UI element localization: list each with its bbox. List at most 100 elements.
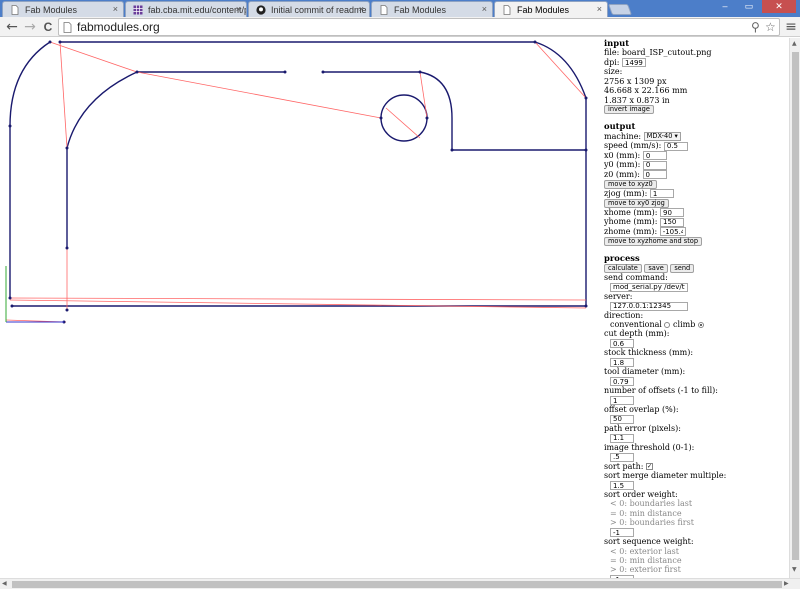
- tab-github-commit[interactable]: Initial commit of readme ×: [248, 1, 370, 17]
- send-button[interactable]: send: [670, 263, 695, 273]
- close-tab-icon[interactable]: ×: [236, 4, 241, 14]
- offset-overlap-label: offset overlap (%):: [604, 405, 679, 414]
- yhome-input[interactable]: [660, 217, 685, 227]
- tab-fab-modules-2[interactable]: Fab Modules ×: [371, 1, 493, 17]
- scroll-left-icon[interactable]: ◀: [2, 580, 7, 587]
- offset-overlap-input[interactable]: [610, 414, 634, 424]
- move-to-xy0-zjog-button[interactable]: move to xy0 zjog: [604, 198, 669, 208]
- tab-title: Initial commit of readme: [271, 5, 367, 15]
- order-eq-text: = 0: min distance: [610, 508, 682, 518]
- offsets-input[interactable]: [610, 396, 634, 405]
- horizontal-scrollbar[interactable]: ◀ ▶: [0, 578, 800, 589]
- url-text[interactable]: fabmodules.org: [77, 20, 160, 34]
- size-label: size:: [604, 67, 623, 77]
- scroll-up-icon[interactable]: ▲: [792, 40, 797, 47]
- seq-gt-text: > 0: exterior first: [610, 565, 681, 575]
- tab-fab-modules-active[interactable]: Fab Modules ×: [494, 1, 608, 17]
- order-lt-text: < 0: boundaries last: [610, 499, 693, 509]
- minimize-button[interactable]: –: [714, 0, 736, 13]
- process-heading: process: [604, 252, 640, 263]
- z0-label: z0 (mm):: [604, 169, 640, 179]
- dpi-input[interactable]: [622, 58, 647, 68]
- toolpath-canvas: [5, 40, 588, 324]
- image-threshold-input[interactable]: [610, 452, 634, 462]
- sort-path-label: sort path:: [604, 461, 644, 471]
- machine-select[interactable]: MDX-40 ▾: [643, 132, 681, 142]
- sort-path-checkbox[interactable]: ✓: [646, 463, 654, 471]
- path-error-input[interactable]: [610, 433, 634, 443]
- stock-thickness-label: stock thickness (mm):: [604, 348, 694, 358]
- close-tab-icon[interactable]: ×: [597, 4, 602, 14]
- vertical-scrollbar[interactable]: ▲ ▼: [789, 38, 800, 578]
- back-button[interactable]: ←: [4, 19, 20, 35]
- close-window-button[interactable]: ✕: [762, 0, 796, 13]
- move-to-xyz0-button[interactable]: move to xyz0: [604, 179, 657, 189]
- y0-input[interactable]: [642, 160, 667, 170]
- climb-label: climb: [673, 319, 696, 329]
- stock-thickness-input[interactable]: [610, 358, 634, 368]
- cut-depth-input[interactable]: [610, 339, 634, 349]
- address-bar[interactable]: fabmodules.org ⚲ ☆: [58, 18, 780, 36]
- page-icon: [11, 5, 19, 15]
- size-mm: 46.668 x 22.166 mm: [604, 86, 688, 96]
- new-tab-button[interactable]: [607, 4, 633, 15]
- star-icon[interactable]: ☆: [765, 20, 776, 34]
- page-icon: [63, 22, 72, 33]
- image-threshold-label: image threshold (0-1):: [604, 442, 695, 452]
- conventional-radio[interactable]: [664, 321, 671, 328]
- page-icon: [380, 5, 388, 15]
- size-in: 1.837 x 0.873 in: [604, 95, 670, 105]
- merge-diameter-input[interactable]: [610, 481, 634, 491]
- scroll-right-icon[interactable]: ▶: [784, 580, 789, 587]
- save-button[interactable]: save: [644, 263, 668, 273]
- xhome-label: xhome (mm):: [604, 207, 658, 217]
- close-tab-icon[interactable]: ×: [482, 4, 487, 14]
- sort-order-weight-input[interactable]: [610, 528, 634, 538]
- zjog-label: zjog (mm):: [604, 188, 648, 198]
- climb-radio[interactable]: [697, 321, 704, 328]
- origin-axes: [5, 266, 64, 323]
- order-gt-text: > 0: boundaries first: [610, 518, 694, 528]
- calculate-button[interactable]: calculate: [604, 263, 642, 273]
- move-paths: [5, 41, 587, 323]
- input-heading: input: [604, 38, 630, 48]
- server-input[interactable]: [610, 301, 688, 311]
- maximize-button[interactable]: ▭: [738, 0, 760, 13]
- reload-button[interactable]: C: [40, 19, 56, 35]
- tool-diameter-input[interactable]: [610, 377, 634, 387]
- speed-input[interactable]: [663, 141, 688, 151]
- control-panel: input file: board_ISP_cutout.png dpi: si…: [604, 38, 789, 578]
- path-error-label: path error (pixels):: [604, 423, 681, 433]
- z0-input[interactable]: [642, 170, 667, 180]
- x0-label: x0 (mm):: [604, 150, 641, 160]
- page-content: input file: board_ISP_cutout.png dpi: si…: [0, 38, 789, 578]
- vertical-scroll-thumb[interactable]: [792, 52, 799, 560]
- menu-icon[interactable]: ≡: [783, 19, 799, 35]
- tab-fab-cba[interactable]: fab.cba.mit.edu/content/p ×: [125, 1, 247, 17]
- invert-image-button[interactable]: invert image: [604, 105, 654, 115]
- tab-fab-modules-1[interactable]: Fab Modules ×: [2, 1, 124, 17]
- close-tab-icon[interactable]: ×: [113, 4, 118, 14]
- github-icon: [256, 5, 266, 15]
- offsets-label: number of offsets (-1 to fill):: [604, 386, 718, 396]
- speed-label: speed (mm/s):: [604, 141, 662, 151]
- x0-input[interactable]: [642, 151, 667, 161]
- forward-button[interactable]: →: [22, 19, 38, 35]
- move-to-home-button[interactable]: move to xyzhome and stop: [604, 236, 703, 246]
- sort-order-weight-label: sort order weight:: [604, 490, 678, 500]
- close-tab-icon[interactable]: ×: [359, 4, 364, 14]
- send-command-input[interactable]: [610, 282, 688, 292]
- search-icon[interactable]: ⚲: [751, 20, 760, 34]
- horizontal-scroll-thumb[interactable]: [12, 581, 782, 588]
- cut-depth-label: cut depth (mm):: [604, 329, 670, 339]
- path-points: [8, 40, 588, 324]
- zhome-input[interactable]: [659, 227, 686, 237]
- machine-label: machine:: [604, 131, 642, 141]
- scroll-down-icon[interactable]: ▼: [792, 566, 797, 573]
- browser-toolbar: ← → C fabmodules.org ⚲ ☆ ≡: [0, 17, 800, 37]
- tool-diameter-label: tool diameter (mm):: [604, 367, 686, 377]
- zjog-input[interactable]: [649, 189, 674, 199]
- zhome-label: zhome (mm):: [604, 226, 658, 236]
- cut-paths: [9, 41, 587, 307]
- xhome-input[interactable]: [660, 208, 684, 218]
